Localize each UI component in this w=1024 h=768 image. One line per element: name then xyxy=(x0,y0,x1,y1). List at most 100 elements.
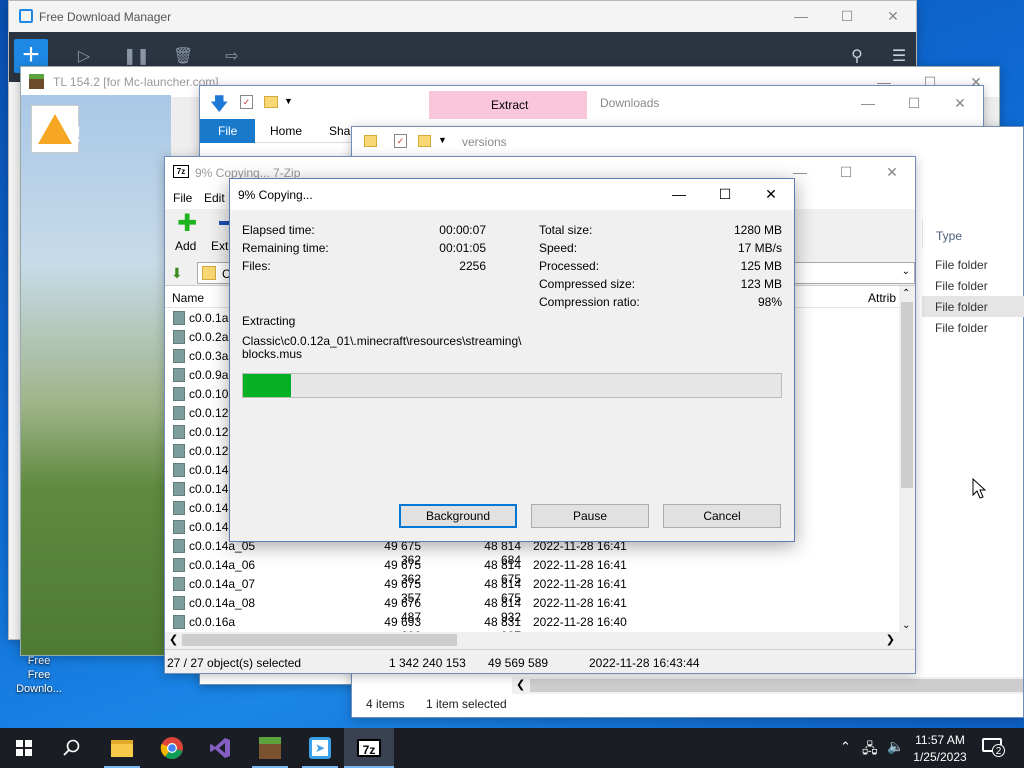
minimize-icon[interactable]: — xyxy=(656,179,702,209)
type-column-header[interactable]: Type xyxy=(922,219,1024,249)
show-hidden-icons-icon[interactable]: ⌃ xyxy=(840,739,851,755)
file-name: c0.0.1a xyxy=(189,311,229,325)
col-attrib[interactable]: Attrib xyxy=(868,291,896,305)
pause-icon[interactable]: ❚❚ xyxy=(123,48,150,66)
volume-icon[interactable]: 🔈 xyxy=(887,738,904,755)
file-name: c0.0.2a xyxy=(189,330,229,344)
maximize-icon[interactable]: ☐ xyxy=(702,179,748,209)
status-modified: 2022-11-28 16:43:44 xyxy=(589,656,700,670)
clock-date[interactable]: 1/25/2023 xyxy=(913,750,967,764)
file-modified: 2022-11-28 16:40 xyxy=(533,615,627,629)
copy-progress-dialog[interactable]: 9% Copying... — ☐ ✕ Elapsed time: 00:00:… xyxy=(229,178,795,542)
quick-access-down-icon[interactable]: 🡇 xyxy=(210,92,229,122)
fdm-app-icon xyxy=(19,9,33,23)
dialog-titlebar[interactable]: 9% Copying... — ☐ ✕ xyxy=(230,179,794,210)
current-path-line1: Classic\c0.0.12a_01\.minecraft\resources… xyxy=(242,334,522,348)
tab-file[interactable]: File xyxy=(200,119,256,143)
menu-icon[interactable]: ☰ xyxy=(890,48,908,66)
status-item-count: 4 items xyxy=(366,697,405,711)
explorer1-titlebar[interactable]: 🡇 ✓ ▼ Extract Downloads — ☐ ✕ xyxy=(200,86,983,119)
scroll-left-icon[interactable]: ❮ xyxy=(516,678,525,691)
move-icon[interactable]: ⇨ xyxy=(223,48,241,66)
new-folder-icon[interactable] xyxy=(418,135,431,147)
file-name: c0.0.14a_08 xyxy=(189,596,256,610)
file-icon xyxy=(173,406,185,420)
start-button[interactable] xyxy=(0,728,48,768)
total-size-value: 1280 MB xyxy=(733,223,782,237)
file-icon xyxy=(173,501,185,515)
taskbar-visual-studio[interactable] xyxy=(196,728,244,768)
table-row[interactable]: c0.0.16a49 693 60648 831 9072022-11-28 1… xyxy=(165,612,899,643)
remaining-value: 00:01:05 xyxy=(439,241,486,255)
file-name: c0.0.16a xyxy=(189,615,236,629)
tab-home[interactable]: Home xyxy=(256,119,316,143)
maximize-icon[interactable]: ☐ xyxy=(891,88,937,118)
type-header-label: Type xyxy=(936,229,963,243)
scrollbar-thumb[interactable] xyxy=(182,634,457,646)
explorer2-titlebar[interactable]: ✓ ▼ versions xyxy=(352,127,1023,157)
file-explorer-icon xyxy=(111,739,133,757)
close-icon[interactable]: ✕ xyxy=(869,157,915,187)
fdm-titlebar[interactable]: Free Download Manager — ☐ ✕ xyxy=(9,1,916,31)
scroll-right-icon[interactable]: ❯ xyxy=(886,633,895,646)
qat-dropdown-icon[interactable]: ▼ xyxy=(438,135,447,145)
notification-center-button[interactable]: 2 xyxy=(982,738,1005,757)
menu-edit[interactable]: Edit xyxy=(204,191,225,205)
play-icon[interactable]: ▷ xyxy=(75,48,93,66)
properties-icon[interactable]: ✓ xyxy=(240,95,253,109)
table-row[interactable]: c0.0.14a_07 49 675 357 48 814 675 2022-11-2… xyxy=(165,574,899,605)
scrollbar-thumb[interactable] xyxy=(901,302,913,488)
close-icon[interactable]: ✕ xyxy=(870,1,916,31)
file-icon xyxy=(173,615,185,629)
scroll-up-icon[interactable]: ⌃ xyxy=(902,288,910,299)
status-selection: 27 / 27 object(s) selected xyxy=(167,656,302,670)
warning-icon[interactable]: ! xyxy=(31,105,81,153)
pause-button[interactable]: Pause xyxy=(531,504,649,528)
network-icon[interactable]: 🖧 xyxy=(862,738,878,762)
add-button-label[interactable]: Add xyxy=(175,239,196,253)
desktop-icon-fdm[interactable]: Free Free Downlo... xyxy=(8,654,70,696)
minimize-icon[interactable]: — xyxy=(845,88,891,118)
file-icon xyxy=(173,387,185,401)
scroll-down-icon[interactable]: ⌄ xyxy=(902,620,910,631)
taskbar-file-explorer[interactable] xyxy=(98,728,146,768)
trash-icon[interactable]: 🗑 xyxy=(173,48,193,66)
current-path-line2: blocks.mus xyxy=(242,347,303,361)
dialog-title: 9% Copying... xyxy=(238,188,313,202)
maximize-icon[interactable]: ☐ xyxy=(823,157,869,187)
search-icon[interactable]: ⚲ xyxy=(848,48,866,66)
col-name[interactable]: Name xyxy=(172,291,204,305)
taskbar-7zip[interactable]: 7z xyxy=(344,728,394,768)
search-button[interactable] xyxy=(48,728,96,768)
close-icon[interactable]: ✕ xyxy=(748,179,794,209)
vertical-scrollbar[interactable]: ⌃ ⌄ xyxy=(899,286,915,633)
qat-dropdown-icon[interactable]: ▼ xyxy=(284,96,293,106)
cancel-button[interactable]: Cancel xyxy=(663,504,781,528)
taskbar-chrome[interactable] xyxy=(148,728,196,768)
background-button[interactable]: Background xyxy=(399,504,517,528)
minecraft-icon xyxy=(259,737,281,759)
type-cell: File folder xyxy=(935,279,988,293)
progress-bar xyxy=(242,373,782,398)
clock-time[interactable]: 11:57 AM xyxy=(915,733,965,747)
taskbar-fdm[interactable]: ➤ xyxy=(296,728,344,768)
extract-context-tab[interactable]: Extract xyxy=(429,91,587,119)
close-icon[interactable]: ✕ xyxy=(937,88,983,118)
address-dropdown-icon[interactable]: ⌄ xyxy=(902,266,910,277)
add-icon[interactable]: ✚ xyxy=(177,212,197,236)
table-row[interactable]: c0.0.14a_06 49 675 362 48 814 675 2022-11-2… xyxy=(165,555,899,586)
taskbar-minecraft-launcher[interactable] xyxy=(246,728,294,768)
file-icon xyxy=(173,368,185,382)
properties-icon[interactable]: ✓ xyxy=(394,134,407,148)
up-folder-icon[interactable]: ⬇ xyxy=(171,265,187,281)
table-row[interactable]: c0.0.14a_08 49 676 487 48 814 932 2022-11-2… xyxy=(165,593,899,624)
minimize-icon[interactable]: — xyxy=(778,1,824,31)
explorer1-title: Downloads xyxy=(600,96,660,110)
menu-file[interactable]: File xyxy=(173,191,192,205)
total-size-label: Total size: xyxy=(539,223,593,237)
scroll-left-icon[interactable]: ❮ xyxy=(169,633,178,646)
horizontal-scrollbar[interactable]: ❮ ❯ xyxy=(165,632,915,648)
maximize-icon[interactable]: ☐ xyxy=(824,1,870,31)
processed-value: 125 MB xyxy=(740,259,782,273)
type-cell: File folder xyxy=(935,258,988,272)
